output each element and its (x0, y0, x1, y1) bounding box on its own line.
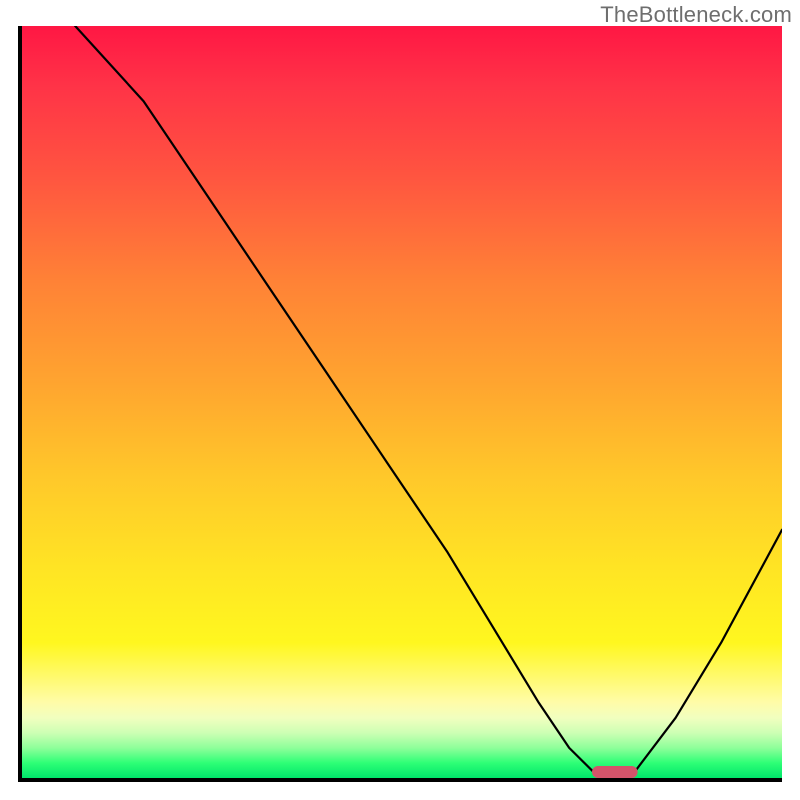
bottleneck-curve-line (75, 26, 782, 778)
chart-container: TheBottleneck.com (0, 0, 800, 800)
chart-svg (22, 26, 782, 778)
watermark-text: TheBottleneck.com (600, 2, 792, 28)
optimal-point-marker (592, 766, 638, 778)
plot-area (18, 26, 782, 782)
